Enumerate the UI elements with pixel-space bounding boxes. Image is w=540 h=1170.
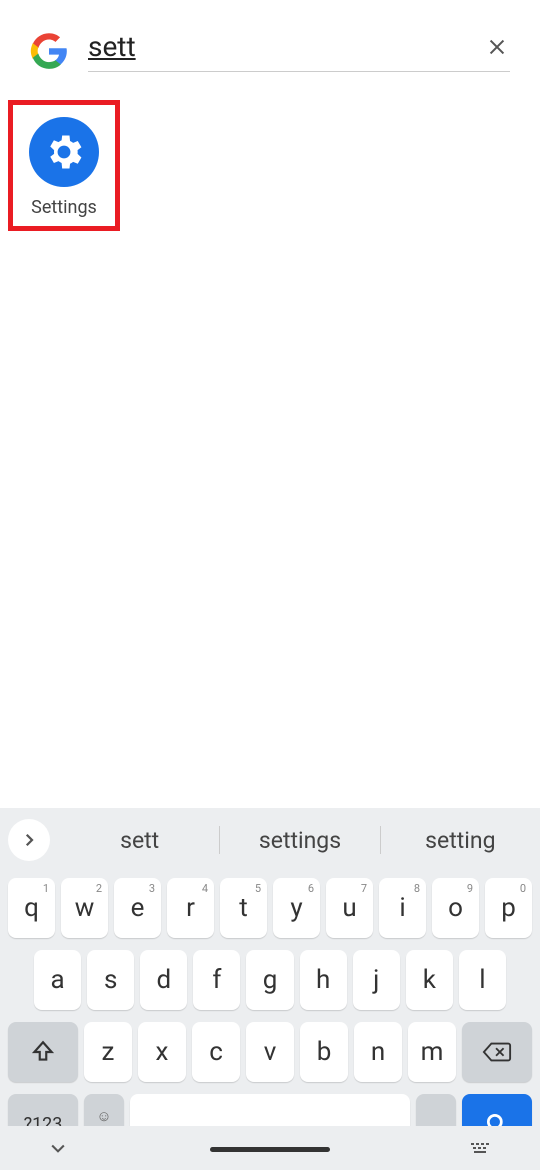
- google-logo-icon: [30, 32, 68, 70]
- close-icon: [486, 36, 508, 58]
- shift-icon: [30, 1039, 56, 1065]
- clear-search-button[interactable]: [484, 34, 510, 60]
- key-z[interactable]: z: [84, 1022, 132, 1082]
- key-t[interactable]: t5: [220, 878, 267, 938]
- suggestion-row: sett settings setting: [0, 808, 540, 872]
- keyboard-row-1: q1w2e3r4t5y6u7i8o9p0: [0, 872, 540, 944]
- key-q[interactable]: q1: [8, 878, 55, 938]
- key-f[interactable]: f: [193, 950, 240, 1010]
- collapse-keyboard-button[interactable]: [48, 1138, 68, 1158]
- backspace-icon: [482, 1040, 512, 1064]
- app-result-label: Settings: [31, 197, 97, 218]
- key-l[interactable]: l: [459, 950, 506, 1010]
- key-r[interactable]: r4: [167, 878, 214, 938]
- key-w[interactable]: w2: [61, 878, 108, 938]
- key-y[interactable]: y6: [273, 878, 320, 938]
- expand-suggestions-button[interactable]: [8, 819, 50, 861]
- key-m[interactable]: m: [408, 1022, 456, 1082]
- key-j[interactable]: j: [353, 950, 400, 1010]
- key-e[interactable]: e3: [114, 878, 161, 938]
- key-h[interactable]: h: [300, 950, 347, 1010]
- home-indicator[interactable]: [210, 1147, 330, 1152]
- settings-app-icon: [29, 117, 99, 187]
- keyboard-row-2: asdfghjkl: [0, 944, 540, 1016]
- key-a[interactable]: a: [34, 950, 81, 1010]
- key-v[interactable]: v: [246, 1022, 294, 1082]
- nav-bar: [0, 1126, 540, 1170]
- key-p[interactable]: p0: [485, 878, 532, 938]
- search-bar: sett: [0, 0, 540, 82]
- search-input[interactable]: sett: [88, 30, 510, 72]
- key-c[interactable]: c: [192, 1022, 240, 1082]
- suggestion-0[interactable]: sett: [60, 827, 219, 854]
- backspace-key[interactable]: [462, 1022, 532, 1082]
- chevron-right-icon: [20, 831, 38, 849]
- key-n[interactable]: n: [354, 1022, 402, 1082]
- key-k[interactable]: k: [406, 950, 453, 1010]
- keyboard: sett settings setting q1w2e3r4t5y6u7i8o9…: [0, 808, 540, 1170]
- key-g[interactable]: g: [246, 950, 293, 1010]
- suggestion-1[interactable]: settings: [220, 827, 379, 854]
- key-i[interactable]: i8: [379, 878, 426, 938]
- key-s[interactable]: s: [87, 950, 134, 1010]
- search-query-text: sett: [88, 30, 136, 63]
- gear-icon: [42, 130, 86, 174]
- suggestion-2[interactable]: setting: [381, 827, 540, 854]
- key-b[interactable]: b: [300, 1022, 348, 1082]
- search-results: Settings: [0, 82, 540, 231]
- keyboard-row-3: zxcvbnm: [0, 1016, 540, 1088]
- key-o[interactable]: o9: [432, 878, 479, 938]
- app-result-settings[interactable]: Settings: [8, 100, 120, 231]
- key-d[interactable]: d: [140, 950, 187, 1010]
- keyboard-switcher-icon[interactable]: [470, 1140, 492, 1156]
- key-x[interactable]: x: [138, 1022, 186, 1082]
- shift-key[interactable]: [8, 1022, 78, 1082]
- key-u[interactable]: u7: [326, 878, 373, 938]
